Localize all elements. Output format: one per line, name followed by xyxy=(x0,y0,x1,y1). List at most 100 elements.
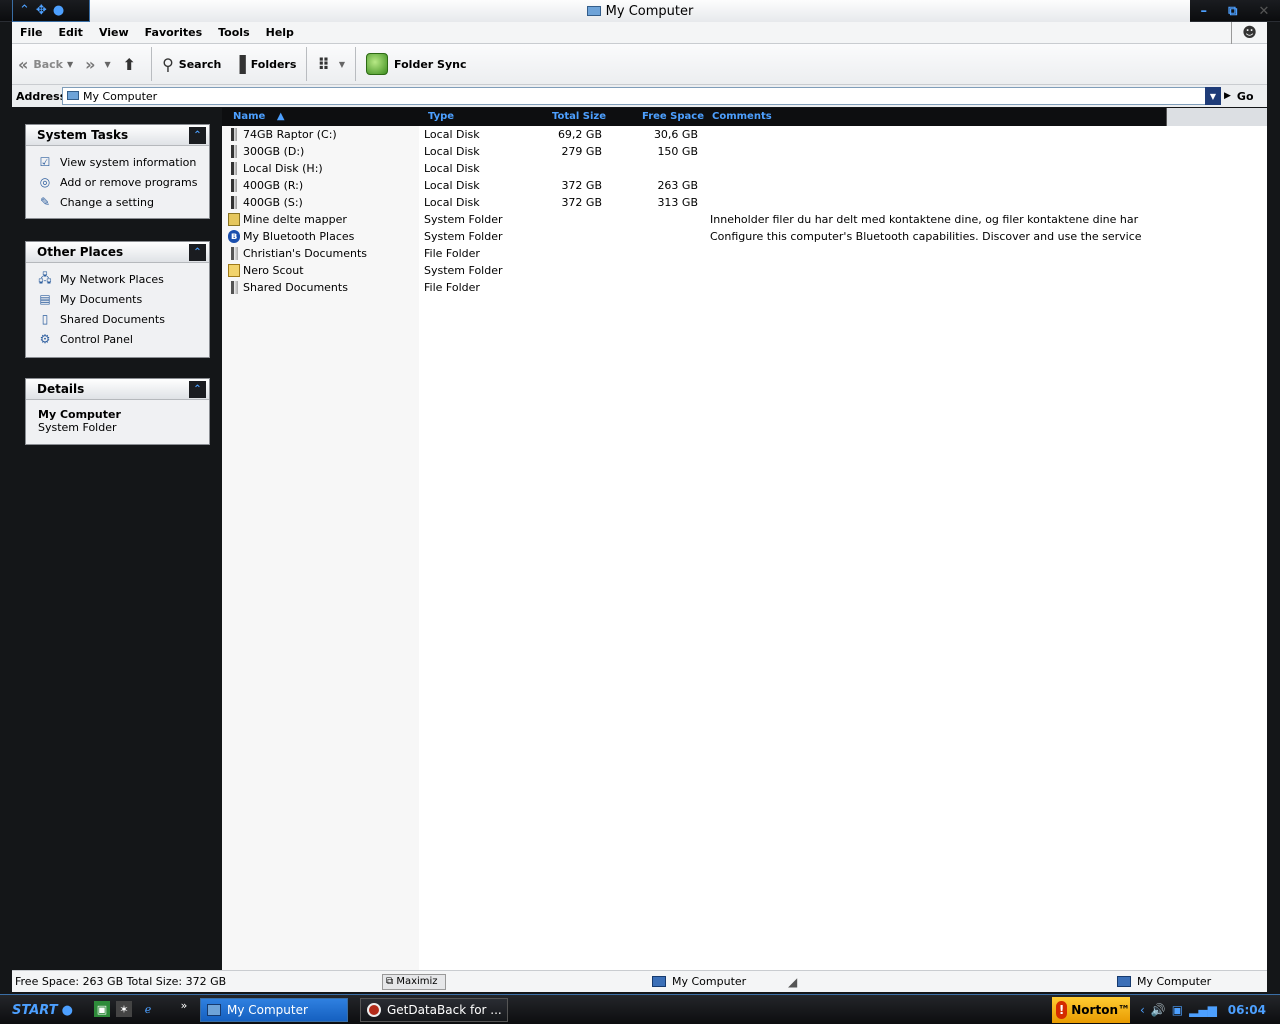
place-label: Shared Documents xyxy=(60,312,165,326)
start-button[interactable]: START ● xyxy=(12,999,73,1021)
row-name: Christian's Documents xyxy=(243,247,368,260)
place-my-network-places[interactable]: 🖧 My Network Places xyxy=(37,269,209,289)
table-row[interactable]: 74GB Raptor (C:) Local Disk 69,2 GB 30,6 GB xyxy=(222,126,1267,143)
local-disk-icon xyxy=(231,196,237,209)
forward-dropdown-icon[interactable]: ▼ xyxy=(105,60,111,69)
row-type: Local Disk xyxy=(424,196,480,209)
task-view-system-information[interactable]: ☑ View system information xyxy=(37,152,209,172)
menu-edit[interactable]: Edit xyxy=(51,26,91,39)
table-row[interactable]: Local Disk (H:) Local Disk xyxy=(222,160,1267,177)
details-header[interactable]: Details ⌃ xyxy=(26,379,209,400)
address-dropdown-icon[interactable]: ▼ xyxy=(1205,87,1221,105)
folder-icon xyxy=(231,247,238,260)
system-tasks-panel: System Tasks ⌃ ☑ View system information… xyxy=(25,124,210,219)
place-my-documents[interactable]: ▤ My Documents xyxy=(37,289,209,309)
folder-icon xyxy=(231,281,238,294)
address-input[interactable]: My Computer xyxy=(62,87,1208,105)
task-my-computer[interactable]: My Computer xyxy=(200,998,348,1022)
table-row[interactable]: Nero Scout System Folder xyxy=(222,262,1267,279)
row-total-size: 69,2 GB xyxy=(557,128,602,141)
restore-icon[interactable]: ⧉ xyxy=(1228,4,1237,19)
quicklaunch-game-icon[interactable]: ✶ xyxy=(116,1001,132,1017)
norton-notification[interactable]: ! Norton™ xyxy=(1052,997,1130,1023)
folders-button[interactable]: ▐ Folders xyxy=(227,46,302,82)
close-icon[interactable]: ✕ xyxy=(1259,4,1270,19)
menu-file[interactable]: File xyxy=(12,26,51,39)
task-label: View system information xyxy=(60,155,197,169)
menu-help[interactable]: Help xyxy=(258,26,302,39)
row-type: Local Disk xyxy=(424,162,480,175)
menu-view[interactable]: View xyxy=(91,26,137,39)
tray-expand-icon[interactable]: ‹ xyxy=(1140,1003,1145,1017)
place-shared-documents[interactable]: ▯ Shared Documents xyxy=(37,309,209,329)
column-total-size[interactable]: Total Size xyxy=(552,108,606,126)
views-button[interactable]: ⠿ ▼ xyxy=(311,46,351,82)
maximize-button[interactable]: ⧉ Maximiz xyxy=(382,974,446,990)
back-label: Back xyxy=(33,57,63,71)
forward-arrow-icon: » xyxy=(85,54,96,74)
views-grid-icon: ⠿ xyxy=(317,54,330,74)
alien-logo-icon: ☻ xyxy=(1231,22,1267,44)
table-row[interactable]: ʙ My Bluetooth Places System Folder Configu… xyxy=(222,228,1267,245)
system-icons: ⌃ ✥ ● xyxy=(12,0,90,22)
system-tasks-header[interactable]: System Tasks ⌃ xyxy=(26,125,209,146)
forward-button[interactable]: » ▼ xyxy=(79,46,117,82)
collapse-icon[interactable]: ⌃ xyxy=(189,381,206,398)
collapse-icon[interactable]: ⌃ xyxy=(189,127,206,144)
bluetooth-icon: ʙ xyxy=(228,230,240,243)
task-add-remove-programs[interactable]: ◎ Add or remove programs xyxy=(37,172,209,192)
table-row[interactable]: 400GB (S:) Local Disk 372 GB 313 GB xyxy=(222,194,1267,211)
status-bar: Free Space: 263 GB Total Size: 372 GB ⧉ … xyxy=(12,970,1267,992)
minimize-icon[interactable]: – xyxy=(1201,4,1208,19)
menu-tools[interactable]: Tools xyxy=(210,26,257,39)
quicklaunch-app-icon[interactable]: ▣ xyxy=(94,1001,110,1017)
folder-sync-button[interactable]: Folder Sync xyxy=(360,46,472,82)
table-row[interactable]: 300GB (D:) Local Disk 279 GB 150 GB xyxy=(222,143,1267,160)
alien-icon[interactable]: ● xyxy=(53,0,64,22)
row-free-space: 150 GB xyxy=(657,145,698,158)
row-name: Local Disk (H:) xyxy=(243,162,323,175)
column-name[interactable]: Name ▲ xyxy=(233,108,285,126)
place-label: My Network Places xyxy=(60,272,164,286)
maximize-icon: ⧉ xyxy=(386,976,394,987)
task-label: GetDataBack for ... xyxy=(387,1003,502,1017)
my-computer-icon xyxy=(207,1004,221,1016)
go-button[interactable]: ▶ Go xyxy=(1224,87,1266,105)
my-documents-icon: ▤ xyxy=(39,292,51,306)
task-getdataback[interactable]: GetDataBack for ... xyxy=(360,998,508,1022)
search-button[interactable]: ⚲ Search xyxy=(156,46,227,82)
views-dropdown-icon[interactable]: ▼ xyxy=(339,60,345,69)
other-places-header[interactable]: Other Places ⌃ xyxy=(26,242,209,263)
collapse-icon[interactable]: ⌃ xyxy=(189,244,206,261)
up-button[interactable]: ⬆ xyxy=(117,46,147,82)
network-places-icon: 🖧 xyxy=(38,270,52,285)
column-comments[interactable]: Comments xyxy=(712,108,772,126)
table-row[interactable]: Mine delte mapper System Folder Inneholder… xyxy=(222,211,1267,228)
signal-icon[interactable]: ▂▄▆ xyxy=(1189,1003,1217,1017)
column-free-space[interactable]: Free Space xyxy=(642,108,704,126)
row-type: Local Disk xyxy=(424,179,480,192)
back-button[interactable]: « Back ▼ xyxy=(12,46,79,82)
volume-icon[interactable]: 🔊 xyxy=(1151,1003,1166,1017)
table-row[interactable]: 400GB (R:) Local Disk 372 GB 263 GB xyxy=(222,177,1267,194)
system-info-icon: ☑ xyxy=(39,155,51,169)
quicklaunch-more-icon[interactable]: » xyxy=(176,997,192,1013)
settings-icon[interactable]: ✥ xyxy=(36,0,47,22)
tray-app-icon[interactable]: ▣ xyxy=(1172,1003,1183,1017)
task-label: Change a setting xyxy=(60,195,154,209)
resize-grip-icon[interactable]: ◢ xyxy=(788,975,802,989)
table-row[interactable]: Christian's Documents File Folder xyxy=(222,245,1267,262)
task-change-setting[interactable]: ✎ Change a setting xyxy=(37,192,209,212)
table-row[interactable]: Shared Documents File Folder xyxy=(222,279,1267,296)
search-label: Search xyxy=(178,57,222,71)
chevron-up-icon[interactable]: ⌃ xyxy=(19,0,30,22)
place-control-panel[interactable]: ⚙ Control Panel xyxy=(37,329,209,349)
quicklaunch-browser-icon[interactable]: ℯ xyxy=(140,1001,156,1017)
back-dropdown-icon[interactable]: ▼ xyxy=(67,60,73,69)
row-free-space: 30,6 GB xyxy=(653,128,698,141)
status-location-text: My Computer xyxy=(672,975,747,988)
column-type[interactable]: Type xyxy=(428,108,454,126)
task-label: Add or remove programs xyxy=(60,175,198,189)
menu-favorites[interactable]: Favorites xyxy=(137,26,210,39)
row-type: File Folder xyxy=(424,281,480,294)
